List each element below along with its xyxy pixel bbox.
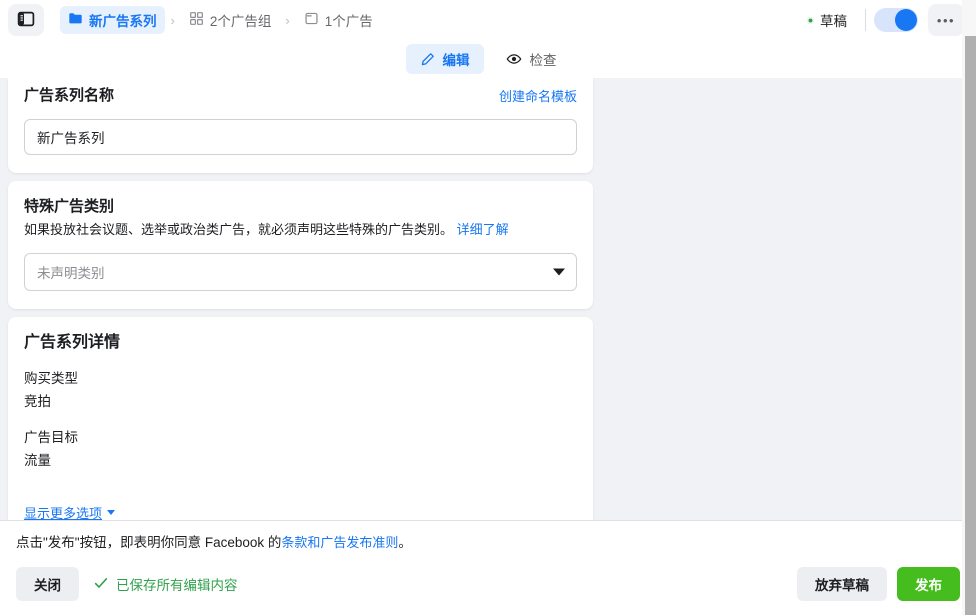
detail-buying-type-value: 竞拍 bbox=[24, 392, 577, 412]
status-badge: 草稿 bbox=[801, 6, 857, 34]
tab-edit-label: 编辑 bbox=[443, 49, 470, 69]
disclaimer-prefix: 点击"发布"按钮，即表明你同意 Facebook 的 bbox=[16, 535, 281, 550]
footer-bar: 点击"发布"按钮，即表明你同意 Facebook 的条款和广告发布准则。 关闭 … bbox=[0, 520, 976, 615]
detail-buying-type-label: 购买类型 bbox=[24, 369, 577, 389]
breadcrumb-label-campaign: 新广告系列 bbox=[89, 10, 157, 30]
editor-content: 广告系列名称 创建命名模板 特殊广告类别 如果投放社会议题、选举或政治类广告，就… bbox=[0, 78, 976, 520]
breadcrumb-label-ads: 1个广告 bbox=[325, 10, 373, 30]
campaign-details-card: 广告系列详情 购买类型 竞拍 广告目标 流量 显示更多选项 bbox=[8, 317, 593, 520]
toolbar-divider bbox=[865, 9, 866, 31]
tab-inspect[interactable]: 检查 bbox=[492, 44, 571, 74]
disclaimer-suffix: 。 bbox=[398, 535, 412, 550]
terms-link[interactable]: 条款和广告发布准则 bbox=[281, 535, 398, 550]
top-bar: 新广告系列 › 2个广告组 › bbox=[0, 0, 976, 40]
close-button[interactable]: 关闭 bbox=[16, 567, 79, 601]
ads-manager-window: 新广告系列 › 2个广告组 › bbox=[0, 0, 976, 615]
breadcrumb-label-adsets: 2个广告组 bbox=[210, 10, 272, 30]
publish-disclaimer: 点击"发布"按钮，即表明你同意 Facebook 的条款和广告发布准则。 bbox=[16, 533, 960, 553]
grid-icon bbox=[189, 11, 204, 29]
special-category-title: 特殊广告类别 bbox=[24, 197, 577, 217]
campaign-details-title: 广告系列详情 bbox=[24, 333, 577, 353]
card-icon bbox=[304, 11, 319, 29]
breadcrumb-separator-2: › bbox=[285, 13, 289, 28]
pencil-icon bbox=[420, 52, 435, 67]
status-label: 草稿 bbox=[820, 10, 847, 30]
special-category-description-text: 如果投放社会议题、选举或政治类广告，就必须声明这些特殊的广告类别。 bbox=[24, 222, 453, 237]
folder-icon bbox=[68, 11, 83, 29]
campaign-name-input[interactable] bbox=[24, 119, 577, 155]
learn-more-link[interactable]: 详细了解 bbox=[457, 222, 509, 237]
breadcrumb: 新广告系列 › 2个广告组 › bbox=[60, 6, 801, 34]
campaign-name-header: 广告系列名称 创建命名模板 bbox=[24, 86, 577, 106]
breadcrumb-item-campaign[interactable]: 新广告系列 bbox=[60, 6, 165, 34]
saved-status-label: 已保存所有编辑内容 bbox=[116, 574, 238, 594]
publish-button[interactable]: 发布 bbox=[897, 567, 960, 601]
saved-status: 已保存所有编辑内容 bbox=[93, 574, 238, 594]
form-column: 广告系列名称 创建命名模板 特殊广告类别 如果投放社会议题、选举或政治类广告，就… bbox=[8, 78, 593, 520]
page-scrollbar[interactable] bbox=[962, 0, 976, 615]
special-category-select-wrap: 未声明类别 bbox=[24, 253, 577, 291]
tab-edit[interactable]: 编辑 bbox=[406, 44, 484, 74]
breadcrumb-item-ads[interactable]: 1个广告 bbox=[296, 6, 381, 34]
special-category-description: 如果投放社会议题、选举或政治类广告，就必须声明这些特殊的广告类别。 详细了解 bbox=[24, 221, 577, 239]
more-options-button[interactable]: ••• bbox=[928, 4, 964, 36]
campaign-name-card: 广告系列名称 创建命名模板 bbox=[8, 78, 593, 173]
show-more-options-label: 显示更多选项 bbox=[24, 503, 102, 520]
special-category-card: 特殊广告类别 如果投放社会议题、选举或政治类广告，就必须声明这些特殊的广告类别。… bbox=[8, 181, 593, 309]
detail-objective-value: 流量 bbox=[24, 451, 577, 471]
footer-actions: 关闭 已保存所有编辑内容 放弃草稿 发布 bbox=[16, 567, 960, 601]
campaign-name-title: 广告系列名称 bbox=[24, 86, 114, 106]
scroll-region: 广告系列名称 创建命名模板 特殊广告类别 如果投放社会议题、选举或政治类广告，就… bbox=[0, 78, 976, 520]
ellipsis-icon: ••• bbox=[937, 13, 955, 28]
show-more-options-link[interactable]: 显示更多选项 bbox=[24, 503, 115, 520]
status-dot-icon bbox=[807, 17, 814, 24]
footer-primary-actions: 放弃草稿 发布 bbox=[797, 567, 960, 601]
detail-buying-type: 购买类型 竞拍 bbox=[24, 369, 577, 412]
eye-icon bbox=[506, 51, 522, 67]
breadcrumb-separator-1: › bbox=[171, 13, 175, 28]
detail-objective: 广告目标 流量 bbox=[24, 428, 577, 471]
tab-inspect-label: 检查 bbox=[530, 49, 557, 69]
toggle-knob bbox=[895, 9, 917, 31]
editor-tab-bar: 编辑 检查 bbox=[0, 40, 976, 78]
sidebar-toggle-button[interactable] bbox=[8, 4, 44, 36]
create-naming-template-link[interactable]: 创建命名模板 bbox=[499, 86, 577, 105]
detail-objective-label: 广告目标 bbox=[24, 428, 577, 448]
panel-toggle-icon bbox=[17, 10, 35, 31]
discard-draft-button[interactable]: 放弃草稿 bbox=[797, 567, 887, 601]
check-icon bbox=[93, 575, 109, 594]
caret-down-icon bbox=[107, 510, 115, 515]
top-bar-actions: 草稿 ••• bbox=[801, 4, 964, 36]
campaign-active-toggle[interactable] bbox=[874, 8, 918, 32]
special-category-select-value: 未声明类别 bbox=[37, 262, 105, 282]
special-category-select[interactable]: 未声明类别 bbox=[24, 253, 577, 291]
breadcrumb-item-adsets[interactable]: 2个广告组 bbox=[181, 6, 280, 34]
page-scrollbar-thumb[interactable] bbox=[965, 36, 976, 615]
